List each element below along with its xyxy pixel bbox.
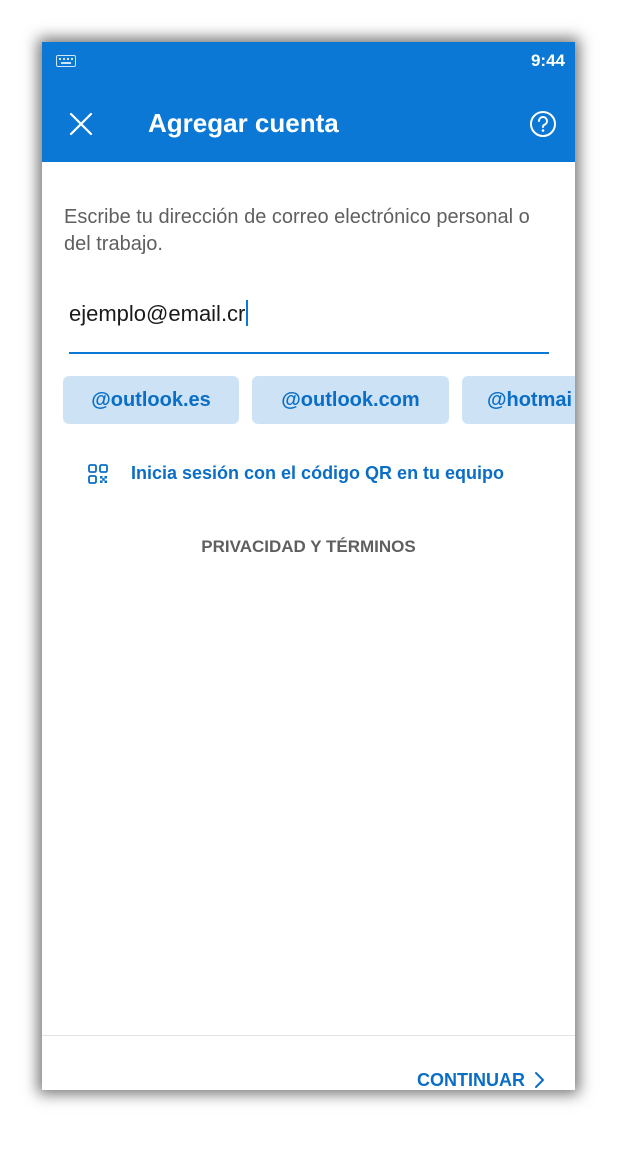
page-title: Agregar cuenta [148, 108, 339, 138]
suggestion-chip-hotmail[interactable]: @hotmai [462, 376, 575, 424]
chevron-right-icon [535, 1072, 544, 1088]
domain-suggestions: @outlook.es @outlook.com @hotmai [63, 376, 575, 424]
text-caret [246, 300, 249, 326]
footer-divider [42, 1035, 575, 1036]
qr-code-icon [88, 464, 108, 489]
email-input-value[interactable]: ejemplo@email.cr [69, 300, 249, 327]
status-time: 9:44 [530, 51, 565, 70]
email-field[interactable]: ejemplo@email.cr [69, 290, 549, 354]
continue-label: CONTINUAR [417, 1069, 525, 1090]
privacy-terms-link[interactable]: PRIVACIDAD Y TÉRMINOS [42, 537, 575, 557]
keyboard-icon [56, 54, 76, 72]
status-bar: 9:44 [42, 42, 575, 80]
help-button[interactable] [528, 109, 558, 139]
help-icon [530, 111, 556, 137]
close-icon [69, 112, 93, 136]
email-text: ejemplo@email.cr [69, 301, 246, 326]
qr-login-label: Inicia sesión con el código QR en tu equ… [131, 463, 505, 483]
instruction-text: Escribe tu dirección de correo electróni… [64, 206, 530, 255]
continue-button[interactable]: CONTINUAR [417, 1067, 545, 1090]
close-button[interactable] [66, 109, 96, 139]
app-bar: Agregar cuenta [42, 80, 575, 162]
suggestion-chip-outlook-com[interactable]: @outlook.com [252, 376, 449, 424]
phone-screen: 9:44 Agregar cuenta Escribe tu dirección… [42, 42, 575, 1090]
suggestion-chip-outlook-es[interactable]: @outlook.es [63, 376, 239, 424]
